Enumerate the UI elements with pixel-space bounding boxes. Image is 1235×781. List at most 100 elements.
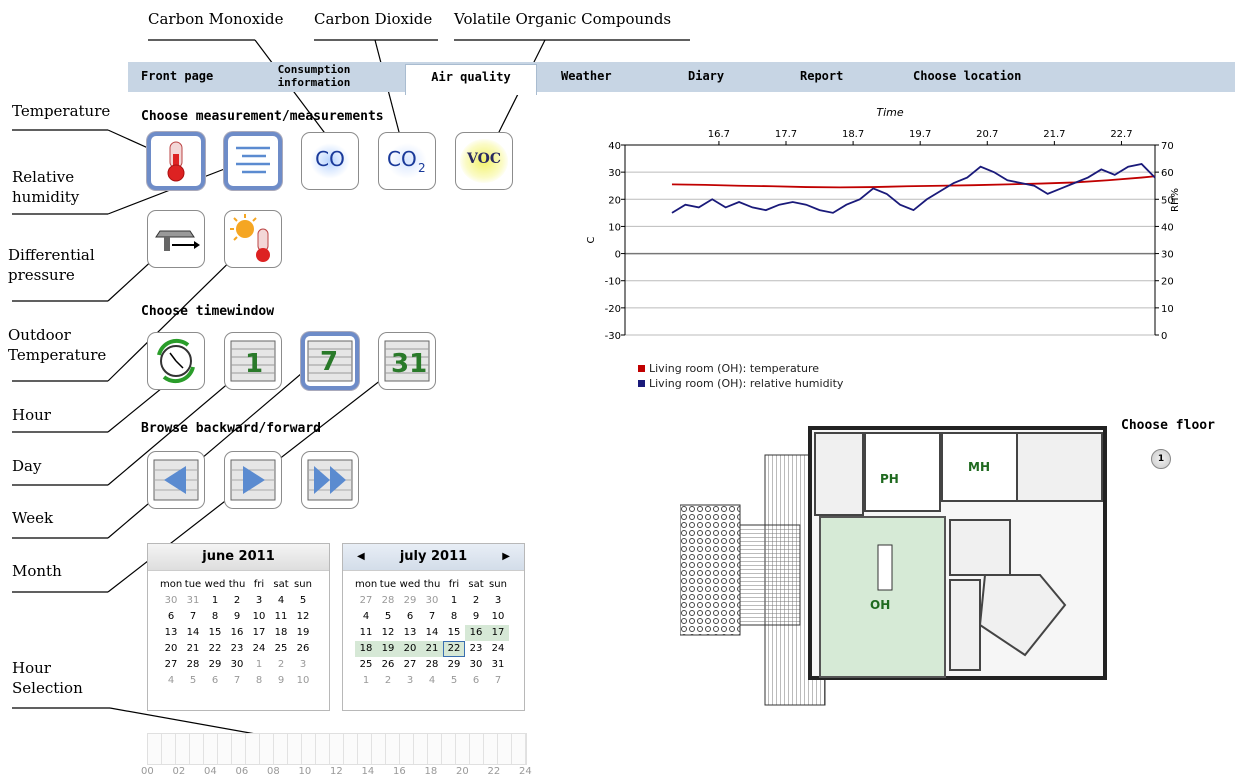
co-button[interactable]: CO — [301, 132, 359, 190]
calendar-day[interactable]: 6 — [204, 673, 226, 689]
calendar-day[interactable]: 28 — [377, 593, 399, 609]
calendar-day[interactable]: 4 — [421, 673, 443, 689]
calendar-day[interactable]: 26 — [377, 657, 399, 673]
calendar-day[interactable]: 11 — [355, 625, 377, 641]
voc-button[interactable]: VOC — [455, 132, 513, 190]
calendar-day[interactable]: 6 — [399, 609, 421, 625]
calendar-day[interactable]: 31 — [487, 657, 509, 673]
calendar-day[interactable]: 12 — [377, 625, 399, 641]
tab-air-quality[interactable]: Air quality — [405, 64, 537, 95]
calendar-day[interactable]: 3 — [399, 673, 421, 689]
calendar-day[interactable]: 16 — [226, 625, 248, 641]
calendar-day[interactable]: 25 — [270, 641, 292, 657]
next-month-icon[interactable]: ▶ — [502, 544, 510, 570]
hour-selection-bar[interactable] — [147, 733, 527, 765]
calendar-day[interactable]: 5 — [292, 593, 314, 609]
calendar-day[interactable]: 3 — [292, 657, 314, 673]
calendar-day[interactable]: 27 — [399, 657, 421, 673]
calendar-day[interactable]: 7 — [226, 673, 248, 689]
calendar-day[interactable]: 27 — [355, 593, 377, 609]
co2-button[interactable]: CO 2 — [378, 132, 436, 190]
calendar-day[interactable]: 8 — [248, 673, 270, 689]
calendar-day[interactable]: 31 — [182, 593, 204, 609]
tab-diary[interactable]: Diary — [688, 69, 724, 83]
week-button[interactable]: 7 — [301, 332, 359, 390]
calendar-day[interactable]: 22 — [443, 641, 465, 657]
calendar-day[interactable]: 8 — [204, 609, 226, 625]
calendar-day[interactable]: 2 — [270, 657, 292, 673]
calendar-day[interactable]: 2 — [226, 593, 248, 609]
calendar-day[interactable]: 14 — [421, 625, 443, 641]
calendar-day[interactable]: 9 — [270, 673, 292, 689]
calendar-day[interactable]: 27 — [160, 657, 182, 673]
tab-choose-location[interactable]: Choose location — [913, 69, 1021, 83]
differential-pressure-button[interactable] — [147, 210, 205, 268]
calendar-day[interactable]: 30 — [421, 593, 443, 609]
month-button[interactable]: 31 — [378, 332, 436, 390]
calendar-day[interactable]: 30 — [160, 593, 182, 609]
calendar-day[interactable]: 29 — [443, 657, 465, 673]
calendar-day[interactable]: 6 — [465, 673, 487, 689]
prev-month-icon[interactable]: ◀ — [357, 544, 365, 570]
calendar-day[interactable]: 3 — [487, 593, 509, 609]
calendar-day[interactable]: 14 — [182, 625, 204, 641]
calendar-day[interactable]: 30 — [226, 657, 248, 673]
calendar-day[interactable]: 20 — [399, 641, 421, 657]
calendar-day[interactable]: 9 — [465, 609, 487, 625]
calendar-day[interactable]: 18 — [355, 641, 377, 657]
calendar-day[interactable]: 1 — [248, 657, 270, 673]
browse-fast-forward-button[interactable] — [301, 451, 359, 509]
calendar-day[interactable]: 29 — [399, 593, 421, 609]
calendar-day[interactable]: 1 — [355, 673, 377, 689]
calendar-day[interactable]: 19 — [292, 625, 314, 641]
calendar-day[interactable]: 6 — [160, 609, 182, 625]
calendar-day[interactable]: 7 — [487, 673, 509, 689]
calendar-day[interactable]: 26 — [292, 641, 314, 657]
calendar-day[interactable]: 17 — [248, 625, 270, 641]
tab-front-page[interactable]: Front page — [141, 69, 213, 83]
tab-report[interactable]: Report — [800, 69, 843, 83]
tab-weather[interactable]: Weather — [561, 69, 612, 83]
calendar-day[interactable]: 10 — [248, 609, 270, 625]
hour-button[interactable] — [147, 332, 205, 390]
calendar-day[interactable]: 4 — [270, 593, 292, 609]
browse-forward-button[interactable] — [224, 451, 282, 509]
calendar-day[interactable]: 7 — [182, 609, 204, 625]
calendar-day[interactable]: 3 — [248, 593, 270, 609]
calendar-day[interactable]: 30 — [465, 657, 487, 673]
tab-consumption-information[interactable]: Consumption information — [266, 63, 362, 89]
calendar-day[interactable]: 20 — [160, 641, 182, 657]
calendar-day[interactable]: 28 — [421, 657, 443, 673]
calendar-day[interactable]: 5 — [182, 673, 204, 689]
calendar-day[interactable]: 22 — [204, 641, 226, 657]
calendar-day[interactable]: 1 — [204, 593, 226, 609]
calendar-day[interactable]: 4 — [160, 673, 182, 689]
calendar-day[interactable]: 15 — [443, 625, 465, 641]
calendar-day[interactable]: 25 — [355, 657, 377, 673]
calendar-day[interactable]: 4 — [355, 609, 377, 625]
calendar-day[interactable]: 29 — [204, 657, 226, 673]
calendar-day[interactable]: 10 — [292, 673, 314, 689]
calendar-day[interactable]: 15 — [204, 625, 226, 641]
calendar-day[interactable]: 24 — [487, 641, 509, 657]
calendar-day[interactable]: 21 — [182, 641, 204, 657]
calendar-day[interactable]: 21 — [421, 641, 443, 657]
floor-1-button[interactable]: 1 — [1151, 449, 1171, 469]
browse-back-button[interactable] — [147, 451, 205, 509]
outdoor-temperature-button[interactable] — [224, 210, 282, 268]
calendar-day[interactable]: 28 — [182, 657, 204, 673]
calendar-day[interactable]: 12 — [292, 609, 314, 625]
calendar-day[interactable]: 2 — [465, 593, 487, 609]
calendar-day[interactable]: 17 — [487, 625, 509, 641]
calendar-day[interactable]: 10 — [487, 609, 509, 625]
calendar-day[interactable]: 16 — [465, 625, 487, 641]
calendar-day[interactable]: 1 — [443, 593, 465, 609]
calendar-day[interactable]: 9 — [226, 609, 248, 625]
calendar-day[interactable]: 8 — [443, 609, 465, 625]
calendar-day[interactable]: 23 — [465, 641, 487, 657]
calendar-day[interactable]: 13 — [399, 625, 421, 641]
calendar-day[interactable]: 24 — [248, 641, 270, 657]
calendar-day[interactable]: 5 — [377, 609, 399, 625]
calendar-day[interactable]: 11 — [270, 609, 292, 625]
calendar-day[interactable]: 19 — [377, 641, 399, 657]
